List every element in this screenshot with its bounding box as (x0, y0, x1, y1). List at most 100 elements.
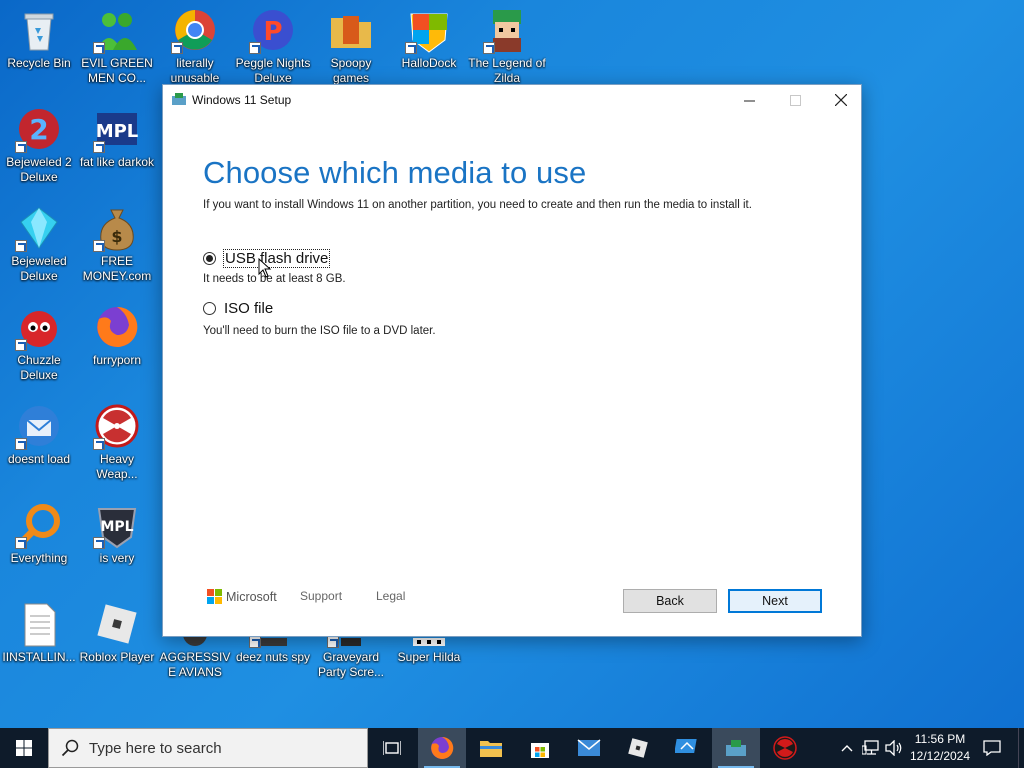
page-title: Choose which media to use (203, 155, 587, 190)
minimize-button[interactable] (726, 85, 772, 115)
mouse-cursor-icon (258, 258, 272, 278)
desktop-icon-label: fat like darkok (79, 155, 155, 169)
desktop-icon-legend-of-zilda[interactable]: The Legend of Zilda (468, 2, 546, 92)
taskbar-remote-desktop[interactable] (663, 728, 711, 768)
task-view-button[interactable] (368, 728, 416, 768)
setup-window: Windows 11 Setup Choose which media to u… (162, 84, 862, 637)
desktop-icon-label: literally unusable (170, 56, 220, 85)
desktop-icon-chuzzle[interactable]: Chuzzle Deluxe (0, 299, 78, 389)
desktop-icon-label: AGGRESSIVE AVIANS (159, 650, 231, 679)
desktop-icon-bejeweled[interactable]: Bejeweled Deluxe (0, 200, 78, 290)
hallodock-icon (405, 6, 453, 54)
title-bar[interactable]: Windows 11 Setup (163, 85, 861, 115)
desktop-icon-literally-unusable[interactable]: literally unusable (156, 2, 234, 92)
shortcut-arrow-icon (15, 240, 27, 252)
taskbar-firefox[interactable] (418, 728, 466, 768)
close-icon (835, 94, 847, 106)
back-button[interactable]: Back (623, 589, 717, 613)
desktop-icon-label: FREE MONEY.com (82, 254, 152, 283)
taskbar-clock[interactable]: 11:56 PM 12/12/2024 (905, 731, 975, 765)
desktop-icon-evil-green-men[interactable]: EVIL GREEN MEN CO... (78, 2, 156, 92)
desktop-icon-label: Spoopy games (330, 56, 372, 85)
close-button[interactable] (818, 85, 864, 115)
chrome-icon (171, 6, 219, 54)
usb-radio-button[interactable] (203, 252, 216, 265)
desktop-icon-label: Bejeweled Deluxe (11, 254, 67, 283)
taskbar-roblox[interactable] (614, 728, 662, 768)
shortcut-arrow-icon (15, 339, 27, 351)
microsoft-logo-icon (207, 589, 222, 604)
desktop-icon-is-very[interactable]: MPL is very (78, 497, 156, 587)
desktop-icon-label: The Legend of Zilda (468, 56, 546, 85)
mpl-logo-icon: MPL (93, 105, 141, 153)
maximize-button[interactable] (772, 85, 818, 115)
desktop-icon-label: Heavy Weap... (96, 452, 138, 481)
desktop-icon-spoopy-games[interactable]: Spoopy games (312, 2, 390, 92)
shortcut-arrow-icon (249, 636, 261, 648)
search-placeholder: Type here to search (89, 739, 222, 757)
notifications-button[interactable] (978, 728, 1006, 768)
iso-radio-button[interactable] (203, 302, 216, 315)
desktop-icon-free-money[interactable]: $ FREE MONEY.com (78, 200, 156, 290)
media-creation-tool-icon (172, 93, 186, 105)
mail-icon (577, 739, 601, 756)
shortcut-arrow-icon (483, 42, 495, 54)
taskbar-mail[interactable] (565, 728, 613, 768)
desktop-icon-roblox-player[interactable]: Roblox Player (78, 596, 156, 686)
shortcut-arrow-icon (15, 438, 27, 450)
iso-option-description: You'll need to burn the ISO file to a DV… (203, 325, 436, 337)
start-button[interactable] (0, 728, 48, 768)
iso-option-label[interactable]: ISO file (223, 300, 274, 317)
games-folder-icon (327, 6, 375, 54)
desktop-icon-label: deez nuts spy (235, 650, 311, 664)
roblox-icon (628, 738, 648, 758)
taskbar-media-creation-tool[interactable] (712, 728, 760, 768)
shortcut-arrow-icon (249, 42, 261, 54)
desktop-icon-furryporn[interactable]: furryporn (78, 299, 156, 389)
desktop-icon-bejeweled-2[interactable]: 2 Bejeweled 2 Deluxe (0, 101, 78, 191)
taskbar-file-explorer[interactable] (467, 728, 515, 768)
taskbar-store[interactable] (516, 728, 564, 768)
task-view-icon (383, 741, 401, 755)
taskbar-search-box[interactable]: Type here to search (48, 728, 368, 768)
desktop-icon-heavy-weapon[interactable]: Heavy Weap... (78, 398, 156, 488)
option-iso-file[interactable]: ISO file (203, 300, 274, 317)
shortcut-arrow-icon (93, 537, 105, 549)
desktop-icon-doesnt-load[interactable]: doesnt load (0, 398, 78, 488)
desktop-icon-fat-like-darkok[interactable]: MPL fat like darkok (78, 101, 156, 191)
shortcut-arrow-icon (327, 636, 339, 648)
desktop-icon-everything[interactable]: Everything (0, 497, 78, 587)
text-file-icon (15, 600, 63, 648)
desktop-icon-label: EVIL GREEN MEN CO... (81, 56, 153, 85)
green-men-icon (93, 6, 141, 54)
peggle-icon: P (249, 6, 297, 54)
desktop-icon-peggle[interactable]: P Peggle Nights Deluxe (234, 2, 312, 92)
volume-button[interactable] (883, 728, 905, 768)
desktop-icon-installing[interactable]: IINSTALLIN... (0, 596, 78, 686)
desktop-icon-hallodock[interactable]: HalloDock (390, 2, 468, 92)
notification-icon (983, 740, 1001, 756)
network-button[interactable] (860, 728, 882, 768)
remote-desktop-icon (675, 739, 697, 753)
usb-option-label[interactable]: USB flash drive (223, 249, 331, 268)
radiation-icon (773, 736, 797, 760)
shortcut-arrow-icon (15, 537, 27, 549)
support-link[interactable]: Support (300, 589, 342, 603)
desktop-icon-label: Graveyard Party Scre... (317, 650, 385, 679)
store-icon (531, 743, 549, 758)
chuzzle-icon (15, 303, 63, 351)
desktop-icon-label: Roblox Player (79, 650, 155, 664)
desktop-icon-recycle-bin[interactable]: Recycle Bin (0, 2, 78, 92)
shortcut-arrow-icon (15, 141, 27, 153)
microsoft-logo: Microsoft (207, 589, 277, 604)
legal-link[interactable]: Legal (376, 589, 405, 603)
show-desktop-button[interactable] (1018, 728, 1024, 768)
next-button[interactable]: Next (728, 589, 822, 613)
taskbar-heavy-weapon[interactable] (761, 728, 809, 768)
desktop-icon-label: Peggle Nights Deluxe (235, 56, 311, 85)
minimize-icon (743, 100, 755, 101)
show-hidden-icons-button[interactable] (838, 728, 856, 768)
desktop-icon-label: HalloDock (401, 56, 457, 70)
shortcut-arrow-icon (93, 438, 105, 450)
desktop-icon-label: Everything (10, 551, 68, 565)
